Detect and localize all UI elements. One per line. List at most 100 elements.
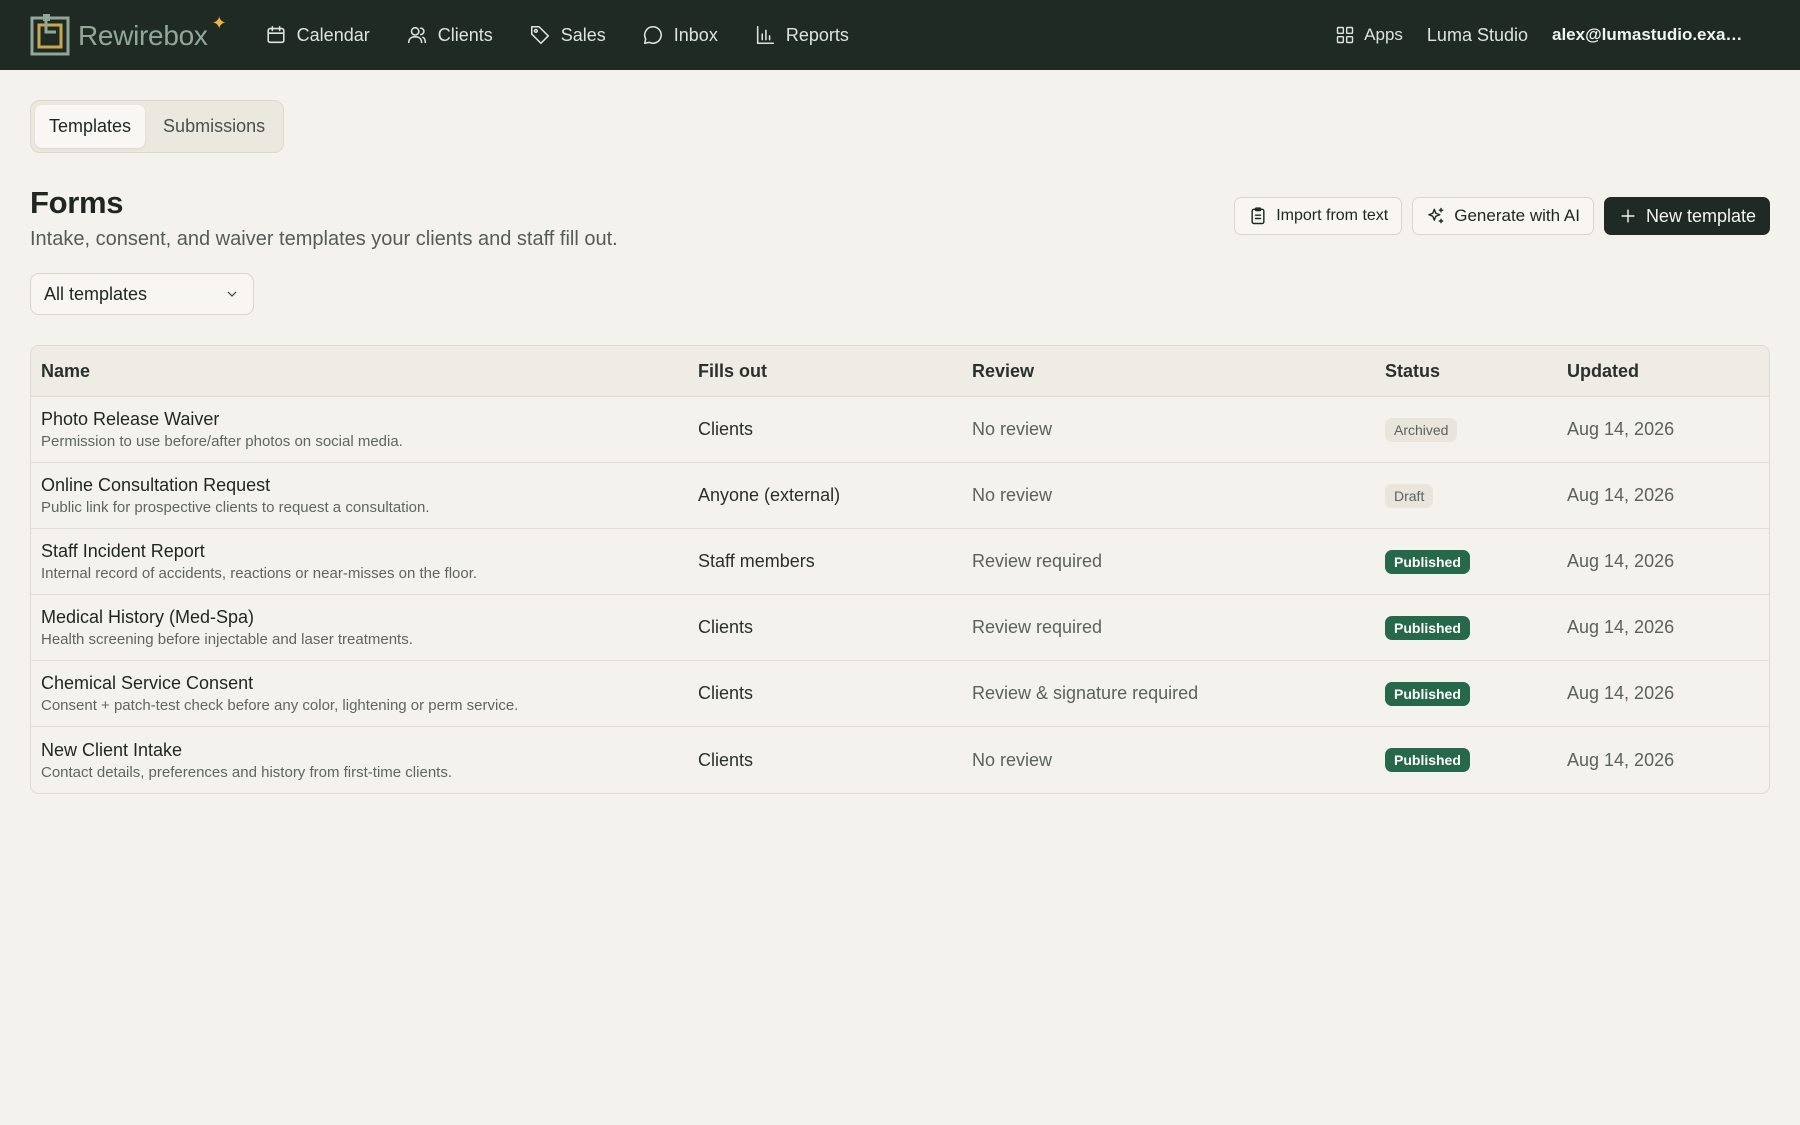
template-description: Internal record of accidents, reactions … — [41, 565, 478, 582]
nav-item-label: Calendar — [296, 24, 370, 45]
users-icon — [407, 26, 426, 44]
nav-item-label: Clients — [437, 24, 493, 45]
updated-cell: Aug 14, 2026 — [1567, 419, 1675, 439]
template-name[interactable]: Online Consultation Request — [41, 475, 688, 496]
page-header: Forms Intake, consent, and waiver templa… — [30, 185, 1770, 251]
column-header-updated[interactable]: Updated — [1557, 361, 1769, 382]
grid-icon — [1336, 26, 1354, 44]
template-name[interactable]: Medical History (Med-Spa) — [41, 607, 688, 628]
review-cell: Review & signature required — [972, 683, 1199, 703]
column-header-name[interactable]: Name — [31, 361, 688, 382]
top-navigation-bar: Rewirebox ✦ Calendar Clients Sales Inbox… — [0, 0, 1800, 70]
page-title: Forms — [30, 185, 124, 220]
templates-table: Name Fills out Review Status Updated Pho… — [30, 345, 1770, 794]
forms-tabs: Templates Submissions — [30, 100, 285, 153]
template-description: Public link for prospective clients to r… — [41, 499, 430, 516]
nav-item-inbox[interactable]: Inbox — [642, 24, 718, 46]
name-cell: Staff Incident Report Internal record of… — [31, 541, 688, 582]
table-row[interactable]: Online Consultation Request Public link … — [31, 463, 1769, 529]
nav-item-calendar[interactable]: Calendar — [265, 24, 370, 46]
column-header-status[interactable]: Status — [1375, 361, 1557, 382]
table-row[interactable]: Staff Incident Report Internal record of… — [31, 529, 1769, 595]
table-row[interactable]: Chemical Service Consent Consent + patch… — [31, 661, 1769, 727]
new-template-button[interactable]: New template — [1603, 197, 1770, 235]
column-header-fills-out[interactable]: Fills out — [688, 361, 962, 382]
nav-item-label: Inbox — [673, 24, 718, 45]
nav-item-sales[interactable]: Sales — [529, 24, 606, 46]
template-name[interactable]: New Client Intake — [41, 740, 688, 761]
table-row[interactable]: Medical History (Med-Spa) Health screeni… — [31, 595, 1769, 661]
fills-out-cell: Anyone (external) — [698, 485, 841, 505]
status-cell: Published — [1375, 748, 1557, 772]
column-header-review[interactable]: Review — [962, 361, 1375, 382]
template-filter-select[interactable]: All templates — [30, 273, 254, 315]
generate-label: Generate with AI — [1454, 206, 1580, 225]
status-cell: Archived — [1375, 417, 1557, 442]
chat-icon — [643, 25, 662, 45]
nav-item-clients[interactable]: Clients — [406, 24, 493, 46]
name-cell: Online Consultation Request Public link … — [31, 475, 688, 516]
template-name[interactable]: Chemical Service Consent — [41, 673, 688, 694]
review-cell: Review required — [972, 617, 1103, 637]
page-subtitle: Intake, consent, and waiver templates yo… — [30, 228, 618, 250]
review-cell: No review — [972, 485, 1053, 505]
main-content: Templates Submissions Forms Intake, cons… — [0, 70, 1800, 794]
template-description: Consent + patch-test check before any co… — [41, 697, 519, 714]
top-right-controls: Apps Luma Studio alex@lumastudio.example… — [1335, 25, 1770, 46]
studio-switcher[interactable]: Luma Studio — [1427, 25, 1528, 46]
status-cell: Published — [1375, 549, 1557, 574]
name-cell: Chemical Service Consent Consent + patch… — [31, 673, 688, 714]
plus-icon — [1621, 209, 1635, 223]
template-description: Permission to use before/after photos on… — [41, 433, 403, 450]
import-from-text-button[interactable]: Import from text — [1234, 197, 1403, 235]
nav-item-reports[interactable]: Reports — [754, 24, 849, 46]
template-name[interactable]: Photo Release Waiver — [41, 409, 688, 430]
apps-button[interactable]: Apps — [1335, 25, 1403, 45]
sparkle-icon: ✦ — [211, 12, 227, 33]
template-description: Contact details, preferences and history… — [41, 763, 452, 781]
review-cell: No review — [972, 749, 1053, 770]
updated-cell: Aug 14, 2026 — [1567, 683, 1675, 703]
status-badge: Published — [1385, 549, 1470, 574]
fills-out-cell: Staff members — [698, 551, 815, 571]
fills-out-cell: Clients — [698, 419, 754, 439]
generate-with-ai-button[interactable]: Generate with AI — [1412, 197, 1594, 235]
fills-out-cell: Clients — [698, 749, 754, 770]
filter-value: All templates — [44, 283, 148, 304]
chevron-down-icon — [227, 291, 237, 297]
status-badge: Published — [1385, 681, 1470, 706]
account-menu[interactable]: alex@lumastudio.example.com — [1552, 25, 1756, 45]
page-heading: Forms Intake, consent, and waiver templa… — [30, 185, 618, 251]
name-cell: Medical History (Med-Spa) Health screeni… — [31, 607, 688, 648]
status-cell: Published — [1375, 681, 1557, 706]
tab-submissions[interactable]: Submissions — [149, 105, 279, 148]
sparkles-icon — [1428, 207, 1444, 224]
review-cell: No review — [972, 419, 1053, 439]
review-cell: Review required — [972, 551, 1103, 571]
template-name[interactable]: Staff Incident Report — [41, 541, 688, 562]
status-badge: Archived — [1385, 417, 1458, 442]
status-cell: Draft — [1375, 483, 1557, 508]
status-cell: Published — [1375, 615, 1557, 640]
rewirebox-logo-icon — [30, 14, 70, 56]
nav-item-label: Reports — [785, 24, 849, 45]
tag-icon — [530, 25, 549, 45]
brand[interactable]: Rewirebox ✦ — [30, 12, 229, 56]
fills-out-cell: Clients — [698, 617, 754, 637]
new-template-label: New template — [1645, 205, 1756, 226]
calendar-icon — [267, 25, 285, 44]
name-cell: Photo Release Waiver Permission to use b… — [31, 409, 688, 450]
table-row[interactable]: Photo Release Waiver Permission to use b… — [31, 397, 1769, 463]
clipboard-icon — [1251, 207, 1265, 225]
bar-chart-icon — [756, 25, 774, 45]
status-badge: Published — [1385, 748, 1470, 772]
updated-cell: Aug 14, 2026 — [1567, 551, 1675, 571]
tab-templates[interactable]: Templates — [35, 105, 146, 148]
fills-out-cell: Clients — [698, 683, 754, 703]
updated-cell: Aug 14, 2026 — [1567, 749, 1675, 770]
brand-name: Rewirebox — [78, 20, 208, 51]
updated-cell: Aug 14, 2026 — [1567, 617, 1675, 637]
table-row[interactable]: New Client Intake Contact details, prefe… — [31, 727, 1769, 793]
table-header: Name Fills out Review Status Updated — [31, 346, 1769, 397]
status-badge: Draft — [1385, 483, 1434, 508]
